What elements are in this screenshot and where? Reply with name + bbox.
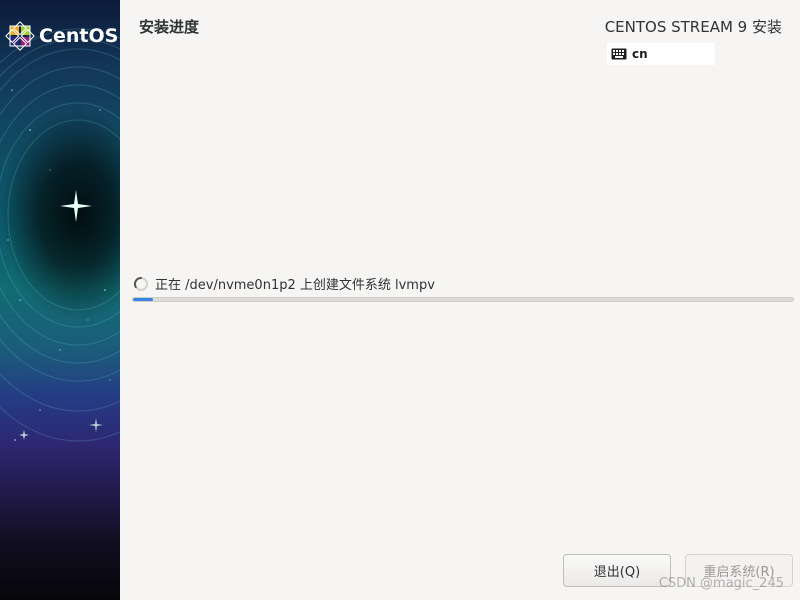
- progress-bar-fill: [133, 298, 153, 301]
- star-sparkle: [60, 190, 92, 222]
- product-title: CENTOS STREAM 9 安装: [604, 18, 782, 36]
- progress-status-text: 正在 /dev/nvme0n1p2 上创建文件系统 lvmpv: [155, 278, 435, 293]
- watermark: CSDN @magic_245: [658, 576, 784, 591]
- quit-button[interactable]: 退出(Q): [563, 554, 671, 587]
- spinner-icon: [134, 276, 148, 291]
- progress-status: 正在 /dev/nvme0n1p2 上创建文件系统 lvmpv: [133, 274, 435, 293]
- installer-window: CentOS 安装进度 CENTOS STREAM 9 安装 cn 正在 /de…: [0, 0, 800, 600]
- keyboard-layout-label: cn: [632, 47, 648, 61]
- sidebar-background-art: [0, 28, 120, 442]
- keyboard-icon: [611, 48, 627, 60]
- install-progress-bar: [132, 297, 794, 302]
- centos-logo-icon: [5, 21, 35, 51]
- centos-logo: CentOS: [5, 21, 118, 51]
- sidebar: CentOS: [0, 0, 120, 600]
- logo-text: CentOS: [39, 25, 119, 47]
- keyboard-layout-indicator[interactable]: cn: [607, 43, 715, 65]
- page-title: 安装进度: [139, 18, 200, 36]
